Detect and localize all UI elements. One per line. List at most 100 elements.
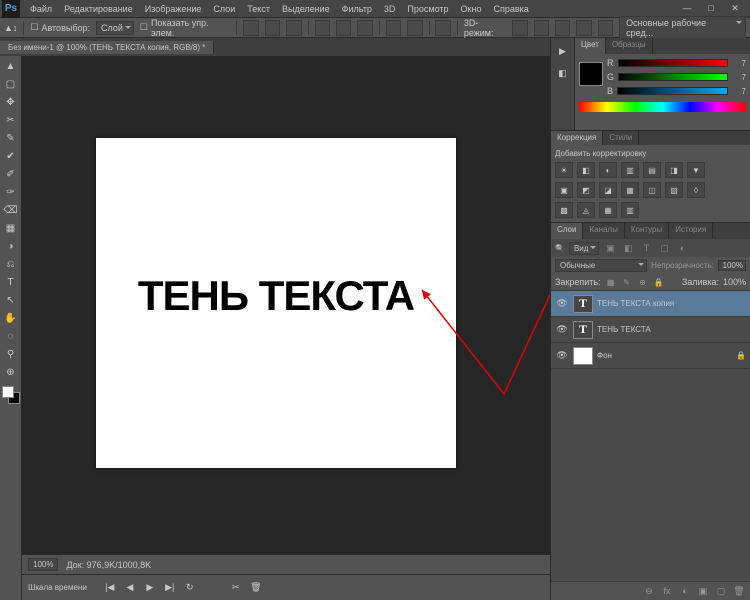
menu-3d[interactable]: 3D bbox=[378, 0, 402, 18]
canvas-area[interactable]: ТЕНЬ ТЕКСТА bbox=[22, 56, 550, 554]
close-icon[interactable]: ✕ bbox=[726, 3, 744, 14]
green-slider[interactable] bbox=[618, 73, 728, 81]
adj-photo-filter-icon[interactable]: ▣ bbox=[555, 182, 573, 198]
visibility-icon[interactable]: 👁 bbox=[555, 298, 569, 309]
visibility-icon[interactable]: 👁 bbox=[555, 324, 569, 335]
menu-image[interactable]: Изображение bbox=[139, 0, 208, 18]
brush-tool-icon[interactable]: ✐ bbox=[2, 166, 20, 182]
align-right-icon[interactable] bbox=[357, 20, 372, 36]
opacity-value[interactable]: 100% bbox=[718, 260, 746, 271]
menu-edit[interactable]: Редактирование bbox=[58, 0, 139, 18]
tab-color[interactable]: Цвет bbox=[575, 38, 606, 54]
workspace-selector[interactable]: Основные рабочие сред... bbox=[619, 16, 746, 40]
adj-solid-icon[interactable]: ▥ bbox=[621, 202, 639, 218]
layer-name[interactable]: ТЕНЬ ТЕКСТА bbox=[597, 325, 746, 334]
canvas[interactable]: ТЕНЬ ТЕКСТА bbox=[96, 138, 456, 468]
spot-heal-tool-icon[interactable]: ✔ bbox=[2, 148, 20, 164]
align-hcenter-icon[interactable] bbox=[336, 20, 351, 36]
pen-tool-icon[interactable]: ⎌ bbox=[2, 256, 20, 272]
layer-row[interactable]: 👁 T ТЕНЬ ТЕКСТА копия bbox=[551, 291, 750, 317]
adj-selective-icon[interactable]: ▩ bbox=[555, 202, 573, 218]
timeline-loop-icon[interactable]: ↻ bbox=[183, 581, 197, 595]
adj-gradient-icon[interactable]: ◬ bbox=[577, 202, 595, 218]
adj-vibrance-icon[interactable]: ▤ bbox=[643, 162, 661, 178]
filter-smart-icon[interactable]: ◐ bbox=[675, 241, 689, 255]
adj-channel-mixer-icon[interactable]: ◩ bbox=[577, 182, 595, 198]
menu-file[interactable]: Файл bbox=[24, 0, 58, 18]
fill-value[interactable]: 100% bbox=[723, 277, 746, 287]
align-bottom-icon[interactable] bbox=[286, 20, 301, 36]
menu-type[interactable]: Текст bbox=[241, 0, 276, 18]
new-adjustment-icon[interactable]: ▣ bbox=[696, 584, 710, 598]
adj-color-lookup-icon[interactable]: ◪ bbox=[599, 182, 617, 198]
spectrum-icon[interactable] bbox=[579, 102, 746, 112]
tab-history[interactable]: История bbox=[669, 223, 713, 239]
move-tool-icon[interactable]: ▲ bbox=[2, 58, 20, 74]
layer-filter-dropdown[interactable]: Вид bbox=[569, 242, 599, 255]
lock-position-icon[interactable]: ⊕ bbox=[637, 276, 649, 288]
adj-invert-icon[interactable]: ▦ bbox=[621, 182, 639, 198]
maximize-icon[interactable]: □ bbox=[702, 3, 720, 14]
red-slider[interactable] bbox=[618, 59, 729, 67]
layer-row[interactable]: 👁 Фон 🔒 bbox=[551, 343, 750, 369]
auto-select-checkbox[interactable]: ☐ Автовыбор: bbox=[30, 22, 90, 33]
3d-pan-icon[interactable] bbox=[555, 20, 570, 36]
distribute-h-icon[interactable] bbox=[386, 20, 401, 36]
tab-paths[interactable]: Контуры bbox=[625, 223, 669, 239]
menu-window[interactable]: Окно bbox=[455, 0, 488, 18]
link-layers-icon[interactable]: ⊖ bbox=[642, 584, 656, 598]
timeline-split-icon[interactable]: ✂ bbox=[229, 581, 243, 595]
lock-all-icon[interactable]: 🔒 bbox=[653, 276, 665, 288]
hand-tool-icon[interactable]: ✋ bbox=[2, 310, 20, 326]
gradient-tool-icon[interactable]: ▦ bbox=[2, 220, 20, 236]
crop-tool-icon[interactable]: ✂ bbox=[2, 112, 20, 128]
path-tool-icon[interactable]: ↖ bbox=[2, 292, 20, 308]
eraser-tool-icon[interactable]: ⌫ bbox=[2, 202, 20, 218]
minimize-icon[interactable]: — bbox=[678, 3, 696, 14]
adj-threshold-icon[interactable]: ▨ bbox=[665, 182, 683, 198]
adj-curves-icon[interactable]: ◐ bbox=[599, 162, 617, 178]
align-left-icon[interactable] bbox=[315, 20, 330, 36]
align-top-icon[interactable] bbox=[243, 20, 258, 36]
tab-swatches[interactable]: Образцы bbox=[606, 38, 653, 54]
red-value[interactable]: 7 bbox=[732, 59, 746, 68]
filter-shape-icon[interactable]: ▢ bbox=[657, 241, 671, 255]
quick-mask-icon[interactable]: ⊕ bbox=[2, 364, 20, 380]
tab-channels[interactable]: Каналы bbox=[583, 223, 624, 239]
layer-name[interactable]: Фон bbox=[597, 351, 732, 360]
3d-scale-icon[interactable] bbox=[598, 20, 613, 36]
blur-tool-icon[interactable]: ◑ bbox=[2, 238, 20, 254]
adj-brightness-icon[interactable]: ☀ bbox=[555, 162, 573, 178]
layer-mask-icon[interactable]: ◐ bbox=[678, 584, 692, 598]
document-tab[interactable]: Без имени-1 @ 100% (ТЕНЬ ТЕКСТА копия, R… bbox=[0, 41, 214, 54]
tab-styles[interactable]: Стили bbox=[603, 131, 639, 145]
adj-posterize-icon[interactable]: ◫ bbox=[643, 182, 661, 198]
adj-exposure-icon[interactable]: ▥ bbox=[621, 162, 639, 178]
text-layer[interactable]: ТЕНЬ ТЕКСТА bbox=[138, 272, 414, 320]
adj-gradient-map-icon[interactable]: ◊ bbox=[687, 182, 705, 198]
rotate-tool-icon[interactable]: ◌ bbox=[2, 328, 20, 344]
eyedropper-tool-icon[interactable]: ✎ bbox=[2, 130, 20, 146]
3d-rotate-icon[interactable] bbox=[512, 20, 527, 36]
timeline-play-icon[interactable]: ▶ bbox=[143, 581, 157, 595]
layer-thumb-icon[interactable] bbox=[573, 347, 593, 365]
stamp-tool-icon[interactable]: ✑ bbox=[2, 184, 20, 200]
zoom-level[interactable]: 100% bbox=[28, 558, 58, 571]
blend-mode-dropdown[interactable]: Обычные bbox=[555, 259, 647, 272]
menu-filter[interactable]: Фильтр bbox=[336, 0, 378, 18]
menu-view[interactable]: Просмотр bbox=[401, 0, 454, 18]
collapsed-panel-icon[interactable]: ▶ bbox=[554, 42, 572, 60]
tab-layers[interactable]: Слои bbox=[551, 223, 583, 239]
auto-align-icon[interactable] bbox=[435, 20, 450, 36]
adj-bw-icon[interactable]: ▼ bbox=[687, 162, 705, 178]
marquee-tool-icon[interactable]: ▢ bbox=[2, 76, 20, 92]
timeline-prev-icon[interactable]: ◀ bbox=[123, 581, 137, 595]
3d-roll-icon[interactable] bbox=[534, 20, 549, 36]
timeline-first-icon[interactable]: |◀ bbox=[103, 581, 117, 595]
menu-help[interactable]: Справка bbox=[487, 0, 534, 18]
filter-type-icon[interactable]: T bbox=[639, 241, 653, 255]
layer-name[interactable]: ТЕНЬ ТЕКСТА копия bbox=[597, 299, 746, 308]
layer-thumb-type-icon[interactable]: T bbox=[573, 295, 593, 313]
new-layer-icon[interactable]: ▢ bbox=[714, 584, 728, 598]
distribute-v-icon[interactable] bbox=[407, 20, 422, 36]
